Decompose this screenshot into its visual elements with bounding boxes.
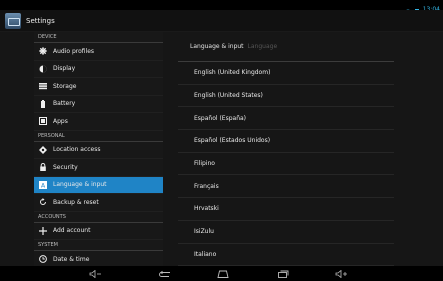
back-button[interactable] <box>153 266 177 281</box>
recent-apps-icon <box>278 270 289 278</box>
sidebar-item-language-input[interactable]: A Language & input <box>34 176 163 194</box>
back-icon <box>159 270 170 277</box>
sidebar-item-label: Add account <box>53 227 91 235</box>
section-header-device: DEVICE <box>34 32 163 43</box>
settings-sidebar: DEVICE Audio profiles Display Storage Ba… <box>34 32 163 269</box>
lock-icon <box>39 163 47 172</box>
section-header-system: SYSTEM <box>34 240 163 251</box>
language-item[interactable]: Français <box>178 175 394 199</box>
breadcrumb-parent[interactable]: Language & input <box>190 43 244 50</box>
sidebar-item-apps[interactable]: Apps <box>34 113 163 131</box>
navigation-bar <box>0 266 443 281</box>
sidebar-item-label: Security <box>53 163 78 171</box>
volume-up-icon <box>335 269 347 278</box>
sidebar-item-display[interactable]: Display <box>34 61 163 78</box>
language-item[interactable]: Italiano <box>178 244 394 267</box>
settings-app-icon[interactable] <box>5 12 21 29</box>
sidebar-item-label: Language & input <box>53 181 107 189</box>
language-item[interactable]: English (United States) <box>178 85 394 108</box>
apps-icon <box>39 117 47 126</box>
backup-icon <box>39 198 47 206</box>
language-item[interactable]: Filipino <box>178 153 394 176</box>
sidebar-item-label: Battery <box>53 100 76 108</box>
sidebar-item-battery[interactable]: Battery <box>34 96 163 113</box>
battery-icon <box>39 99 47 108</box>
language-detail-pane: Language & input Language English (Unite… <box>172 32 400 267</box>
sidebar-item-label: Backup & reset <box>53 198 99 206</box>
language-item[interactable]: IsiZulu <box>178 221 394 244</box>
action-bar: Settings <box>0 10 443 32</box>
home-button[interactable] <box>211 266 235 281</box>
location-icon <box>39 145 47 154</box>
sidebar-item-audio-profiles[interactable]: Audio profiles <box>34 43 163 61</box>
sidebar-item-backup-reset[interactable]: Backup & reset <box>34 194 163 212</box>
sidebar-item-label: Date & time <box>53 255 90 263</box>
plus-icon <box>39 226 47 235</box>
section-header-personal: PERSONAL <box>34 131 163 142</box>
sidebar-item-label: Location access <box>53 146 101 154</box>
breadcrumb-current: Language <box>247 43 278 50</box>
status-bar: 13:04 <box>0 0 443 16</box>
sidebar-item-security[interactable]: Security <box>34 159 163 177</box>
equalizer-icon <box>39 47 47 56</box>
language-item[interactable]: Hrvatski <box>178 198 394 221</box>
volume-up-button[interactable] <box>330 266 354 281</box>
storage-icon <box>39 82 47 90</box>
settings-main: DEVICE Audio profiles Display Storage Ba… <box>0 32 443 269</box>
language-item[interactable]: English (United Kingdom) <box>178 62 394 85</box>
sidebar-item-label: Apps <box>53 117 68 125</box>
volume-down-button[interactable] <box>84 266 108 281</box>
language-item[interactable]: Español (España) <box>178 107 394 131</box>
clock-icon <box>39 255 47 264</box>
sidebar-item-location-access[interactable]: Location access <box>34 142 163 159</box>
sidebar-item-storage[interactable]: Storage <box>34 78 163 96</box>
app-title: Settings <box>26 16 55 25</box>
recent-apps-button[interactable] <box>271 266 295 281</box>
section-header-accounts: ACCOUNTS <box>34 212 163 223</box>
sidebar-item-label: Audio profiles <box>53 47 95 55</box>
breadcrumb: Language & input Language <box>178 32 394 62</box>
sidebar-item-add-account[interactable]: Add account <box>34 223 163 240</box>
brightness-icon <box>39 65 47 73</box>
language-item[interactable]: Español (Estados Unidos) <box>178 130 394 153</box>
language-icon: A <box>39 180 47 189</box>
sidebar-item-label: Storage <box>53 82 77 90</box>
sidebar-item-label: Display <box>53 65 76 73</box>
home-icon <box>217 270 229 278</box>
volume-down-icon <box>89 269 101 278</box>
